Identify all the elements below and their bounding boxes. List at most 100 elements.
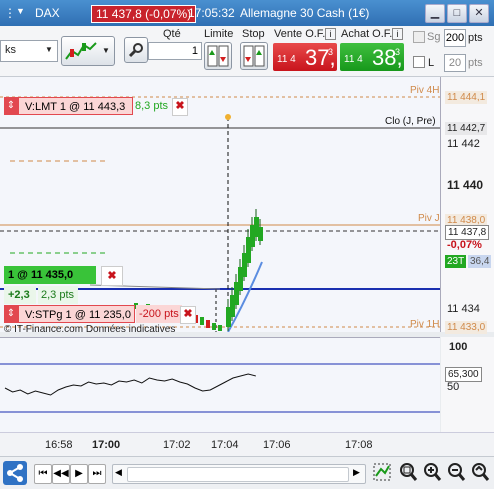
sg-pts-label: pts xyxy=(468,32,483,44)
cancel-stop-order-icon[interactable]: ✖ xyxy=(180,306,196,324)
scroll-left-icon[interactable]: ◀ xyxy=(115,467,122,478)
scroll-right-icon[interactable]: ▶ xyxy=(353,467,360,478)
first-page-button[interactable]: ⏮ xyxy=(34,464,52,484)
order-toolbar: ks ▼ ▼ Qté Limite Stop xyxy=(0,26,494,77)
last-price: 11 437,8 xyxy=(445,225,490,240)
bottom-toolbar: ⏮ ◀◀ ▶ ⏭ ◀ ▶ xyxy=(0,456,494,489)
oscillator-canvas xyxy=(0,363,440,413)
autoscale-button[interactable] xyxy=(372,461,392,483)
limit-order-icon xyxy=(207,45,229,67)
buy-price-button[interactable]: 11 4 38, 3 xyxy=(340,43,404,71)
pnl-pts: 2,3 pts xyxy=(38,286,78,304)
skip-forward-icon: ⏭ xyxy=(92,468,102,479)
price-axis[interactable]: 11 444,1 11 442,7 11 442 11 440 11 438,0… xyxy=(441,77,494,334)
cancel-limit-order-icon[interactable]: ✖ xyxy=(172,98,188,116)
drag-handle-icon[interactable]: ⇕ xyxy=(4,97,18,115)
maximize-button[interactable]: □ xyxy=(447,4,467,23)
zoom-out-button[interactable] xyxy=(446,461,466,483)
oscillator-panel[interactable] xyxy=(0,337,440,434)
limit-order-pts: 8,3 pts xyxy=(135,100,169,112)
oscillator-line xyxy=(4,373,256,396)
time-axis[interactable]: 16:58 17:00 17:02 17:04 17:06 17:08 xyxy=(0,432,494,457)
sg-input[interactable]: 200 xyxy=(444,29,466,47)
play-button[interactable]: ▶ xyxy=(70,464,88,484)
play-icon: ▶ xyxy=(75,468,83,479)
close-label: Clo (J, Pre) xyxy=(385,116,436,127)
sell-price-button[interactable]: 11 4 37, 3 xyxy=(273,43,337,71)
buy-label: Achat O.F. xyxy=(341,28,393,40)
stop-order-pts: -200 pts xyxy=(136,305,182,323)
time-tick: 17:04 xyxy=(211,439,239,451)
crosshair-point xyxy=(225,114,231,120)
autoscale-icon xyxy=(373,463,391,481)
close-button[interactable]: ✕ xyxy=(469,4,489,23)
position-tag[interactable]: 1 @ 11 435,0 (RL) ✖ xyxy=(4,266,124,299)
drag-handle-icon[interactable]: ⇕ xyxy=(4,305,18,323)
horizontal-scrollbar[interactable]: ◀ ▶ xyxy=(112,464,366,484)
sg-label: Sg xyxy=(427,31,441,43)
zoom-fit-icon xyxy=(400,463,418,481)
osc-tick-mid: 50 xyxy=(447,381,460,393)
dropdown-arrow-icon[interactable]: ▼ xyxy=(16,6,25,16)
y-tick-11440: 11 440 xyxy=(447,178,484,192)
minimize-button[interactable]: ▁ xyxy=(425,4,445,23)
watermark: © IT-Finance.com Données indicatives xyxy=(4,324,176,335)
change-percent: -0,07% xyxy=(447,239,482,251)
settings-button[interactable] xyxy=(124,37,148,63)
limit-order-label: V:LMT 1 @ 11 443,3 xyxy=(18,97,133,115)
candle xyxy=(206,320,210,328)
grip-icon[interactable]: ⋮ xyxy=(4,6,16,20)
piv1h-label: Piv 1H xyxy=(410,319,440,330)
y-tick-11442: 11 442 xyxy=(447,138,480,150)
l-label: L xyxy=(428,57,435,69)
position-label: 1 @ 11 435,0 (RL) xyxy=(4,266,96,299)
stop-order-button[interactable] xyxy=(240,42,268,70)
limit-order-button[interactable] xyxy=(204,42,232,70)
pnl-tag: +2,3 2,3 pts xyxy=(4,286,94,304)
zoom-fit-button[interactable] xyxy=(398,461,418,483)
candle xyxy=(218,325,222,331)
price-chart[interactable]: ⇕ V:LMT 1 @ 11 443,3 8,3 pts ✖ 1 @ 11 43… xyxy=(0,77,441,335)
share-icon xyxy=(7,464,23,482)
close-position-icon[interactable]: ✖ xyxy=(101,266,123,286)
l-input[interactable]: 20 xyxy=(444,54,466,72)
buy-price-decimal: 3 xyxy=(395,47,401,57)
osc-value: 65,300 xyxy=(445,367,482,382)
chart-type-button[interactable]: ▼ xyxy=(61,36,115,66)
volume-badge: 36,4 xyxy=(468,255,492,268)
title-bar: ⋮ ▼ DAX 11 437,8 (-0,07%) 17:05:32 Allem… xyxy=(0,0,494,26)
candlestick-chart-icon xyxy=(65,42,97,60)
piv4h-price: 11 444,1 xyxy=(445,91,488,104)
close-price: 11 442,7 xyxy=(445,122,488,135)
qty-input[interactable] xyxy=(148,42,202,60)
piv1h-price: 11 433,0 xyxy=(445,321,488,334)
instrument-name[interactable]: DAX xyxy=(35,6,60,20)
sell-info-icon[interactable]: i xyxy=(325,28,336,40)
l-checkbox[interactable] xyxy=(413,56,425,68)
share-button[interactable] xyxy=(3,461,27,485)
limit-order-tag[interactable]: ⇕ V:LMT 1 @ 11 443,3 8,3 pts ✖ xyxy=(4,97,188,116)
double-left-icon: ◀◀ xyxy=(53,468,69,479)
ks-select[interactable]: ks ▼ xyxy=(0,40,58,62)
sell-label: Vente O.F. xyxy=(274,28,326,40)
window-title: Allemagne 30 Cash (1€) xyxy=(240,6,370,20)
qty-label: Qté xyxy=(163,28,181,40)
last-page-button[interactable]: ⏭ xyxy=(88,464,106,484)
scrollbar-thumb[interactable] xyxy=(127,467,349,482)
y-tick-11434: 11 434 xyxy=(447,303,480,315)
stop-label: Stop xyxy=(242,28,265,40)
time-tick: 16:58 xyxy=(45,439,73,451)
time-tick: 17:02 xyxy=(163,439,191,451)
zoom-in-button[interactable] xyxy=(422,461,442,483)
sg-checkbox[interactable] xyxy=(413,31,425,43)
buy-info-icon[interactable]: i xyxy=(392,28,403,40)
candle xyxy=(200,317,204,325)
stop-order-icon xyxy=(243,45,265,67)
zoom-reset-icon xyxy=(472,463,490,481)
time-tick: 17:08 xyxy=(345,439,373,451)
wrench-icon xyxy=(128,43,143,58)
zoom-reset-button[interactable] xyxy=(470,461,490,483)
oscillator-axis: 100 65,300 50 xyxy=(441,337,494,432)
stop-order-tag[interactable]: ⇕ V:STPg 1 @ 11 235,0 -200 pts ✖ xyxy=(4,305,196,324)
scroll-back-button[interactable]: ◀◀ xyxy=(52,464,70,484)
